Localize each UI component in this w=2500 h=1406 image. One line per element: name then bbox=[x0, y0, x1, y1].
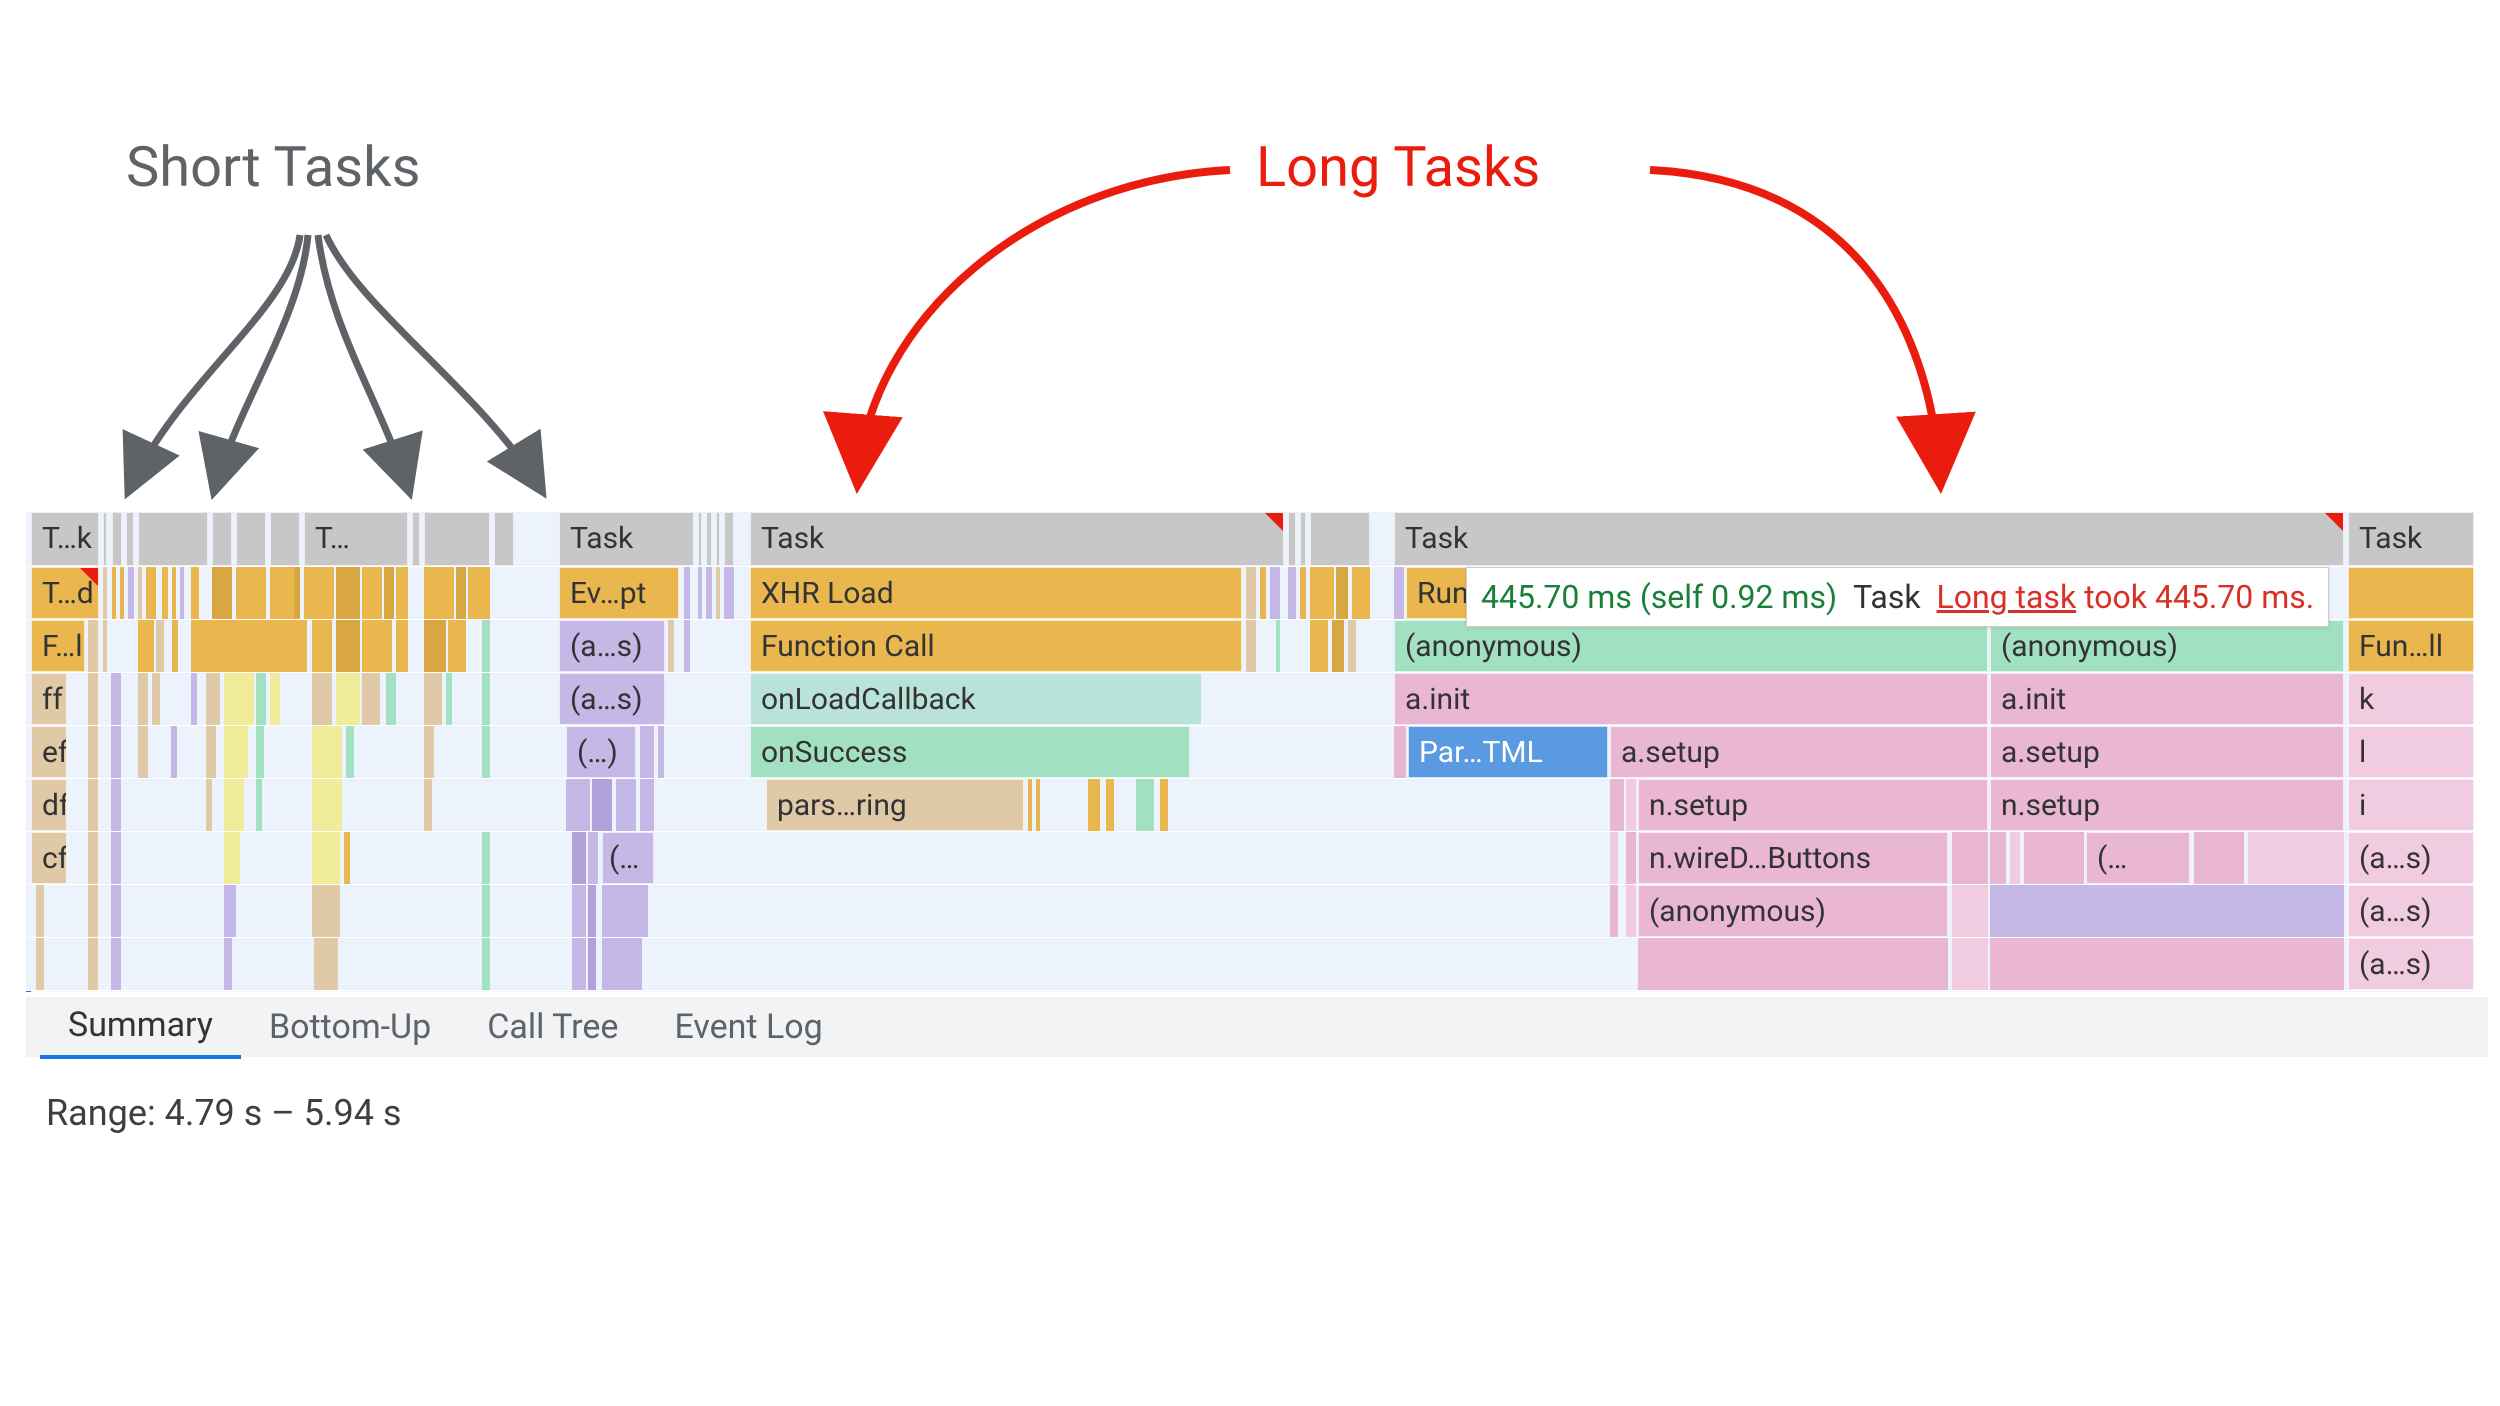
call-segment[interactable]: XHR Load bbox=[750, 567, 1242, 619]
tooltip-duration: took 445.70 ms. bbox=[2084, 578, 2314, 616]
call-segment[interactable]: n.wireD…Buttons bbox=[1638, 832, 1948, 884]
call-segment[interactable]: Ev…pt bbox=[559, 567, 679, 619]
flame-row-2[interactable]: F…l (a…s) Function Call (anonymous) bbox=[26, 620, 2474, 673]
tooltip-type: Task bbox=[1853, 578, 1920, 616]
call-segment[interactable]: i bbox=[2348, 779, 2474, 831]
call-segment[interactable]: n.setup bbox=[1638, 779, 1988, 831]
flame-row-4[interactable]: ef (…) onSuccess Par…TML a.setup a.setup… bbox=[26, 726, 2474, 779]
flame-tooltip: 445.70 ms (self 0.92 ms) Task Long task … bbox=[1466, 567, 2329, 627]
call-segment[interactable]: (anonymous) bbox=[1990, 620, 2344, 672]
call-segment[interactable]: T…d bbox=[31, 567, 99, 619]
task-segment-long[interactable]: Task bbox=[1394, 512, 2344, 566]
flame-row-0[interactable]: T…k T… Task Task Task T bbox=[26, 512, 2474, 567]
call-segment[interactable]: df bbox=[31, 779, 67, 831]
flame-row-7[interactable]: (anonymous) (a…s) bbox=[26, 885, 2474, 938]
tab-call-tree[interactable]: Call Tree bbox=[459, 997, 646, 1057]
task-segment[interactable]: T… bbox=[304, 512, 408, 566]
range-text: Range: 4.79 s – 5.94 s bbox=[46, 1092, 401, 1134]
call-segment[interactable] bbox=[2348, 567, 2474, 619]
call-segment[interactable]: (anonymous) bbox=[1638, 885, 1948, 937]
call-segment[interactable]: pars…ring bbox=[766, 779, 1024, 831]
call-segment[interactable]: Function Call bbox=[750, 620, 1242, 672]
call-segment[interactable]: Fun…ll bbox=[2348, 620, 2474, 672]
call-segment[interactable]: (anonymous) bbox=[1394, 620, 1988, 672]
call-segment[interactable]: F…l bbox=[31, 620, 85, 672]
annotation-arrows bbox=[0, 0, 2500, 520]
call-segment[interactable]: (…) bbox=[566, 726, 636, 778]
call-segment[interactable]: ff bbox=[31, 673, 67, 725]
flame-chart-panel[interactable]: T…k T… Task Task Task T bbox=[26, 512, 2474, 992]
call-segment[interactable]: onSuccess bbox=[750, 726, 1190, 778]
call-segment[interactable]: l bbox=[2348, 726, 2474, 778]
tooltip-link[interactable]: Long task bbox=[1936, 578, 2076, 616]
call-segment[interactable]: (… bbox=[2086, 832, 2190, 884]
call-segment[interactable]: (a…s) bbox=[559, 620, 665, 672]
flame-row-3[interactable]: ff (a…s) onLoadCallback a.init a.init k bbox=[26, 673, 2474, 726]
long-tasks-label: Long Tasks bbox=[1256, 134, 1540, 200]
call-segment[interactable]: k bbox=[2348, 673, 2474, 725]
tab-summary[interactable]: Summary bbox=[40, 995, 241, 1059]
flame-row-8[interactable]: (a…s) bbox=[26, 938, 2474, 991]
call-segment[interactable]: a.init bbox=[1990, 673, 2344, 725]
flame-row-6[interactable]: cf (… n.wireD…Buttons (… (a…s) bbox=[26, 832, 2474, 885]
details-tabbar: Summary Bottom-Up Call Tree Event Log bbox=[26, 997, 2488, 1057]
tab-bottom-up[interactable]: Bottom-Up bbox=[241, 997, 459, 1057]
call-segment[interactable]: ef bbox=[31, 726, 67, 778]
short-tasks-label: Short Tasks bbox=[126, 134, 420, 200]
flame-row-5[interactable]: df pars…ring n.setup n.setup i bbox=[26, 779, 2474, 832]
task-segment-long[interactable]: Task bbox=[750, 512, 1284, 566]
task-segment[interactable]: T…k bbox=[31, 512, 99, 566]
call-segment[interactable]: cf bbox=[31, 832, 67, 884]
call-segment[interactable]: (a…s) bbox=[2348, 832, 2474, 884]
call-segment[interactable]: n.setup bbox=[1990, 779, 2344, 831]
call-segment[interactable]: a.setup bbox=[1990, 726, 2344, 778]
tooltip-time: 445.70 ms (self 0.92 ms) bbox=[1481, 578, 1837, 616]
call-segment[interactable]: (a…s) bbox=[2348, 885, 2474, 937]
task-segment[interactable]: Task bbox=[2348, 512, 2474, 566]
tab-event-log[interactable]: Event Log bbox=[646, 997, 850, 1057]
call-segment[interactable]: (… bbox=[602, 832, 654, 884]
call-segment[interactable]: onLoadCallback bbox=[750, 673, 1202, 725]
call-segment[interactable]: a.init bbox=[1394, 673, 1988, 725]
call-segment[interactable]: (a…s) bbox=[559, 673, 665, 725]
task-segment[interactable]: Task bbox=[559, 512, 694, 566]
call-segment[interactable]: a.setup bbox=[1610, 726, 1988, 778]
call-segment[interactable]: Par…TML bbox=[1408, 726, 1608, 778]
call-segment[interactable]: (a…s) bbox=[2348, 938, 2474, 990]
